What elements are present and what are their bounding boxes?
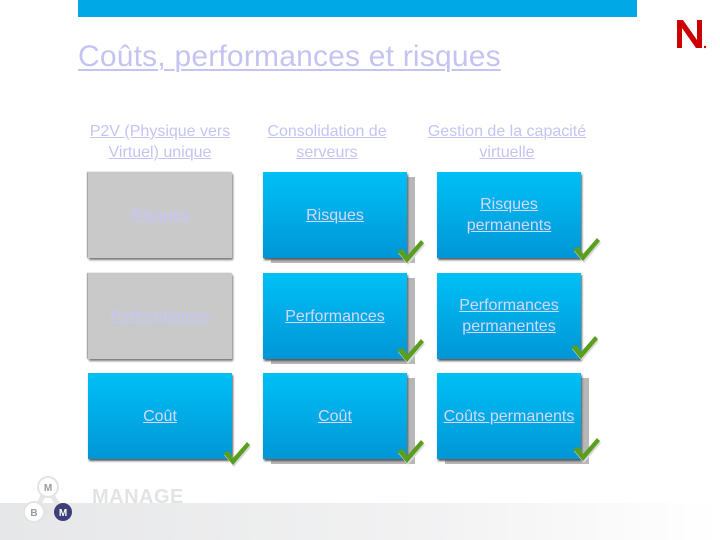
card-label[interactable]: Performances bbox=[285, 306, 385, 327]
card-label[interactable]: Risques bbox=[306, 205, 364, 226]
card-label[interactable]: Performances permanentes bbox=[437, 295, 581, 337]
card-consolidation-risques[interactable]: Risques bbox=[263, 172, 407, 258]
card-capacity-performances[interactable]: Performances permanentes bbox=[437, 273, 581, 359]
checkmark-icon bbox=[223, 442, 251, 467]
card-label[interactable]: Risques bbox=[131, 205, 189, 226]
header-accent-bar bbox=[78, 0, 637, 17]
checkmark-icon bbox=[397, 440, 425, 465]
column-header-capacity[interactable]: Gestion de la capacité virtuelle bbox=[422, 121, 592, 163]
column-header-p2v[interactable]: P2V (Physique vers Virtuel) unique bbox=[75, 121, 245, 163]
checkmark-icon bbox=[571, 336, 599, 361]
checkmark-icon bbox=[573, 438, 601, 463]
card-consolidation-performances[interactable]: Performances bbox=[263, 273, 407, 359]
checkmark-icon bbox=[573, 238, 601, 263]
card-label[interactable]: Coût bbox=[143, 406, 177, 427]
slide-title[interactable]: Coûts, performances et risques bbox=[78, 40, 501, 74]
footer-manage-label: MANAGE bbox=[92, 486, 184, 508]
bbm-logo-icon: M B M bbox=[23, 476, 72, 523]
card-label[interactable]: Coûts permanents bbox=[444, 406, 575, 427]
logo-letter: M bbox=[59, 508, 67, 519]
checkmark-icon bbox=[397, 240, 425, 265]
card-label[interactable]: Performances bbox=[110, 306, 210, 327]
card-capacity-couts[interactable]: Coûts permanents bbox=[437, 373, 581, 459]
card-p2v-performances[interactable]: Performances bbox=[88, 273, 232, 359]
column-header-consolidation[interactable]: Consolidation de serveurs bbox=[242, 121, 412, 163]
card-label[interactable]: Coût bbox=[318, 406, 352, 427]
checkmark-icon bbox=[397, 339, 425, 364]
card-label[interactable]: Risques permanents bbox=[437, 194, 581, 236]
novell-logo-icon bbox=[677, 20, 707, 49]
card-p2v-risques[interactable]: Risques bbox=[88, 172, 232, 258]
card-capacity-risques[interactable]: Risques permanents bbox=[437, 172, 581, 258]
card-consolidation-cout[interactable]: Coût bbox=[263, 373, 407, 459]
card-p2v-cout[interactable]: Coût bbox=[88, 373, 232, 459]
logo-letter: M bbox=[44, 483, 52, 494]
logo-letter: B bbox=[30, 508, 37, 519]
